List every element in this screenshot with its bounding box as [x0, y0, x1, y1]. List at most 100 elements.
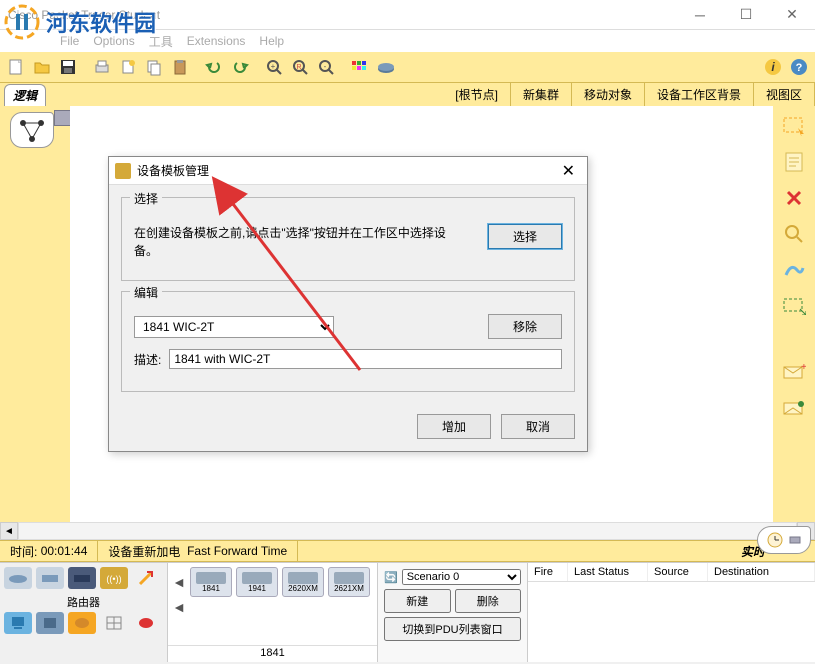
- info-icon[interactable]: i: [761, 55, 785, 79]
- scenario-cycle-icon[interactable]: 🔄: [384, 571, 398, 584]
- main-toolbar: + R - i ?: [0, 52, 815, 82]
- current-model-label: 1841: [168, 645, 377, 660]
- window-title: Cisco Packet Tracer Student: [8, 8, 160, 22]
- simulation-table: Fire Last Status Source Destination: [528, 563, 815, 662]
- realtime-tab[interactable]: [757, 526, 811, 554]
- device-model-2621xm[interactable]: 2621XM: [328, 567, 370, 597]
- window-titlebar: Cisco Packet Tracer Student ─ ☐ ✕: [0, 0, 815, 30]
- device-category-panel: ((•)) 路由器: [0, 563, 168, 662]
- open-file-icon[interactable]: [30, 55, 54, 79]
- svg-text:+: +: [801, 363, 806, 373]
- device-model-1941[interactable]: 1941: [236, 567, 278, 597]
- wan-category-icon[interactable]: [68, 612, 96, 634]
- hub-category-icon[interactable]: [68, 567, 96, 589]
- help-icon[interactable]: ?: [787, 55, 811, 79]
- menu-help[interactable]: Help: [259, 34, 284, 48]
- device-category-label: 路由器: [4, 592, 163, 612]
- end-device-category-icon[interactable]: [4, 612, 32, 634]
- switch-category-icon[interactable]: [36, 567, 64, 589]
- scroll-track[interactable]: [18, 522, 797, 540]
- horizontal-scrollbar[interactable]: ◄ ►: [0, 522, 815, 540]
- description-label: 描述:: [134, 351, 161, 368]
- new-cluster-button[interactable]: 新集群: [511, 83, 572, 107]
- zoom-out-icon[interactable]: -: [314, 55, 338, 79]
- select-legend: 选择: [130, 190, 162, 207]
- add-button[interactable]: 增加: [417, 414, 491, 439]
- select-button[interactable]: 选择: [488, 224, 562, 249]
- logic-tab[interactable]: 逻辑: [4, 84, 46, 106]
- save-icon[interactable]: [56, 55, 80, 79]
- paste-icon[interactable]: [168, 55, 192, 79]
- select-tool-icon[interactable]: [780, 114, 808, 138]
- edit-fieldset: 编辑 1841 WIC-2T 移除 描述:: [121, 291, 575, 392]
- workspace-bg-button[interactable]: 设备工作区背景: [645, 83, 754, 107]
- scenario-panel: 🔄 Scenario 0 新建 删除 切换到PDU列表窗口: [378, 563, 528, 662]
- wireless-category-icon[interactable]: ((•)): [100, 567, 128, 589]
- col-destination: Destination: [708, 563, 815, 581]
- router-category-icon[interactable]: [4, 567, 32, 589]
- menu-options[interactable]: Options: [93, 34, 134, 48]
- scenario-new-button[interactable]: 新建: [384, 589, 451, 613]
- scenario-switch-button[interactable]: 切换到PDU列表窗口: [384, 617, 521, 641]
- edit-legend: 编辑: [130, 284, 162, 301]
- security-category-icon[interactable]: [36, 612, 64, 634]
- menu-bar: File Options 工具 Extensions Help: [0, 30, 815, 52]
- cancel-button[interactable]: 取消: [501, 414, 575, 439]
- move-object-button[interactable]: 移动对象: [572, 83, 645, 107]
- power-cycle-button[interactable]: 设备重新加电 Fast Forward Time: [98, 541, 298, 561]
- redo-icon[interactable]: [228, 55, 252, 79]
- dialog-title: 设备模板管理: [137, 162, 209, 179]
- maximize-button[interactable]: ☐: [723, 0, 769, 30]
- close-button[interactable]: ✕: [769, 0, 815, 30]
- menu-file[interactable]: File: [60, 34, 79, 48]
- svg-text:R: R: [296, 64, 301, 71]
- viewport-button[interactable]: 视图区: [754, 83, 815, 107]
- description-input[interactable]: [169, 349, 562, 369]
- palette-icon[interactable]: [348, 55, 372, 79]
- zoom-reset-icon[interactable]: R: [288, 55, 312, 79]
- wizard-icon[interactable]: [116, 55, 140, 79]
- col-source: Source: [648, 563, 708, 581]
- complex-pdu-icon[interactable]: [780, 396, 808, 420]
- draw-tool-icon[interactable]: [780, 258, 808, 282]
- new-file-icon[interactable]: [4, 55, 28, 79]
- scenario-delete-button[interactable]: 删除: [455, 589, 522, 613]
- inspect-tool-icon[interactable]: [780, 222, 808, 246]
- model-scroll-left2-icon[interactable]: ◄: [172, 599, 186, 615]
- menu-view[interactable]: 工具: [149, 33, 173, 50]
- menu-extensions[interactable]: Extensions: [187, 34, 246, 48]
- resize-tool-icon[interactable]: [780, 294, 808, 318]
- simple-pdu-icon[interactable]: +: [780, 360, 808, 384]
- device-template-dialog: 设备模板管理 ✕ 选择 在创建设备模板之前,请点击"选择"按钮并在工作区中选择设…: [108, 156, 588, 452]
- scroll-left-icon[interactable]: ◄: [0, 522, 18, 540]
- right-tool-panel: +: [773, 106, 815, 522]
- dialog-icon: [115, 163, 131, 179]
- custom-category-icon[interactable]: [100, 612, 128, 634]
- time-value: 00:01:44: [41, 544, 88, 558]
- connection-category-icon[interactable]: [132, 567, 160, 589]
- model-scroll-left-icon[interactable]: ◄: [172, 574, 186, 590]
- bottom-panel: ((•)) 路由器 ◄ 1841 1941 2620XM 2621XM ◄ 18…: [0, 562, 815, 662]
- device-model-1841[interactable]: 1841: [190, 567, 232, 597]
- col-last-status: Last Status: [568, 563, 648, 581]
- scenario-select[interactable]: Scenario 0: [402, 569, 521, 585]
- undo-icon[interactable]: [202, 55, 226, 79]
- template-select[interactable]: 1841 WIC-2T: [134, 316, 334, 338]
- note-tool-icon[interactable]: [780, 150, 808, 174]
- copy-icon[interactable]: [142, 55, 166, 79]
- dialog-titlebar: 设备模板管理 ✕: [109, 157, 587, 185]
- multiuser-category-icon[interactable]: [132, 612, 160, 634]
- minimize-button[interactable]: ─: [677, 0, 723, 30]
- remove-button[interactable]: 移除: [488, 314, 562, 339]
- dialog-close-button[interactable]: ✕: [556, 161, 581, 181]
- delete-tool-icon[interactable]: [780, 186, 808, 210]
- svg-text:((•)): ((•)): [106, 574, 121, 584]
- zoom-in-icon[interactable]: +: [262, 55, 286, 79]
- root-node-button[interactable]: [根节点]: [443, 83, 511, 107]
- topology-node-icon[interactable]: [10, 112, 54, 148]
- device-dialog-icon[interactable]: [374, 55, 398, 79]
- print-icon[interactable]: [90, 55, 114, 79]
- time-cell: 时间: 00:01:44: [0, 541, 98, 561]
- left-handle-panel: [0, 106, 70, 522]
- device-model-2620xm[interactable]: 2620XM: [282, 567, 324, 597]
